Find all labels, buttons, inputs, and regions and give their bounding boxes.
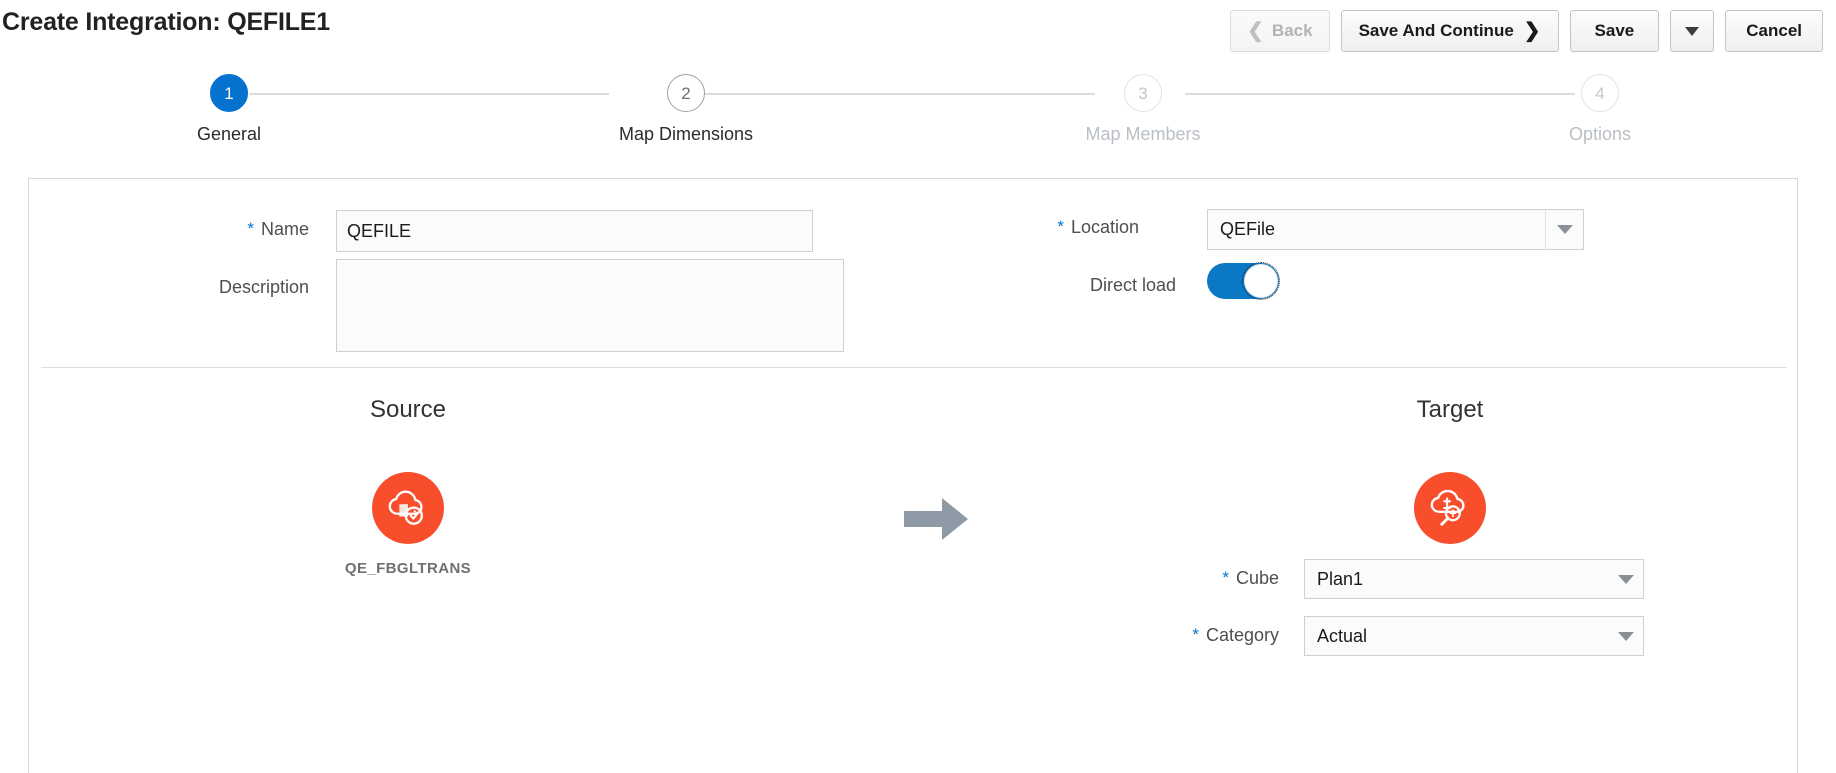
arrow-right-icon [902, 490, 972, 553]
source-section-title: Source [369, 396, 447, 423]
header-toolbar: ❮ Back Save And Continue ❯ Save Cancel [1230, 10, 1823, 52]
direct-load-toggle[interactable] [1207, 262, 1280, 300]
caret-down-icon [1618, 631, 1634, 641]
cube-select-value: Plan1 [1317, 568, 1364, 589]
location-select-value: QEFile [1220, 219, 1276, 239]
train-step-general-label: General [196, 124, 262, 144]
location-required-marker: * [1057, 217, 1064, 236]
cloud-search-icon [1414, 472, 1486, 544]
caret-down-icon [1618, 574, 1634, 584]
train-step-general[interactable]: 1 General [139, 66, 319, 145]
cloud-sync-icon [372, 472, 444, 544]
train-step-map-members[interactable]: 3 Map Members [1053, 66, 1233, 145]
location-select[interactable]: QEFile [1207, 209, 1584, 250]
source-node[interactable]: QE_FBGLTRANS [288, 472, 528, 577]
save-button-label: Save [1594, 21, 1635, 40]
target-section-title: Target [1416, 396, 1484, 423]
source-node-label: QE_FBGLTRANS [344, 560, 472, 577]
chevron-right-icon: ❯ [1523, 20, 1541, 42]
page-title: Create Integration: QEFILE1 [2, 8, 330, 36]
train-step-options-number: 4 [1581, 74, 1619, 112]
page-header: Create Integration: QEFILE1 ❮ Back Save … [0, 0, 1836, 56]
name-required-marker: * [247, 219, 254, 238]
back-button-label: Back [1271, 21, 1313, 40]
cancel-button-label: Cancel [1746, 21, 1802, 40]
train-step-map-members-label: Map Members [1085, 124, 1201, 144]
direct-load-toggle-knob [1242, 262, 1280, 300]
train-step-general-number: 1 [210, 74, 248, 112]
train-step-map-members-number: 3 [1124, 74, 1162, 112]
train-step-map-dimensions[interactable]: 2 Map Dimensions [596, 66, 776, 145]
caret-down-icon [1685, 26, 1700, 36]
integration-form-panel: *Name Description *Location QEFile Direc… [28, 178, 1798, 773]
cube-field-label: * Cube [1222, 568, 1279, 588]
category-required-marker: * [1192, 625, 1199, 644]
section-divider [41, 367, 1787, 368]
train-step-map-dimensions-number: 2 [667, 74, 705, 112]
direct-load-label: Direct load [1089, 275, 1176, 295]
location-dropdown-arrow[interactable] [1545, 210, 1583, 249]
category-select-value: Actual [1317, 625, 1368, 646]
description-textarea[interactable] [336, 259, 844, 352]
save-and-continue-button-label: Save And Continue [1358, 21, 1514, 40]
direct-load-toggle-track[interactable] [1207, 262, 1280, 300]
save-and-continue-button[interactable]: Save And Continue ❯ [1340, 10, 1559, 52]
train-step-options[interactable]: 4 Options [1510, 66, 1690, 145]
cube-required-marker: * [1222, 568, 1229, 587]
description-field-label: Description [218, 277, 309, 297]
wizard-train: 1 General 2 Map Dimensions 3 Map Members… [0, 66, 1836, 161]
cube-dropdown-arrow[interactable] [1609, 560, 1643, 598]
back-button[interactable]: ❮ Back [1230, 10, 1330, 52]
train-step-map-dimensions-label: Map Dimensions [618, 124, 754, 144]
location-field-label: * Location [1057, 217, 1139, 237]
name-field-label: * Name [247, 219, 309, 239]
train-step-options-label: Options [1568, 124, 1632, 144]
save-dropdown-button[interactable] [1670, 10, 1715, 52]
create-integration-page: Create Integration: QEFILE1 ❮ Back Save … [0, 0, 1836, 773]
category-dropdown-arrow[interactable] [1609, 617, 1643, 655]
cancel-button[interactable]: Cancel [1725, 10, 1823, 52]
chevron-left-icon: ❮ [1247, 20, 1264, 42]
cube-select[interactable]: Plan1 [1304, 559, 1644, 599]
save-button[interactable]: Save [1569, 10, 1660, 52]
caret-down-icon [1556, 225, 1573, 234]
category-select[interactable]: Actual [1304, 616, 1644, 656]
name-input[interactable] [336, 210, 813, 252]
category-field-label: * Category [1192, 625, 1279, 645]
